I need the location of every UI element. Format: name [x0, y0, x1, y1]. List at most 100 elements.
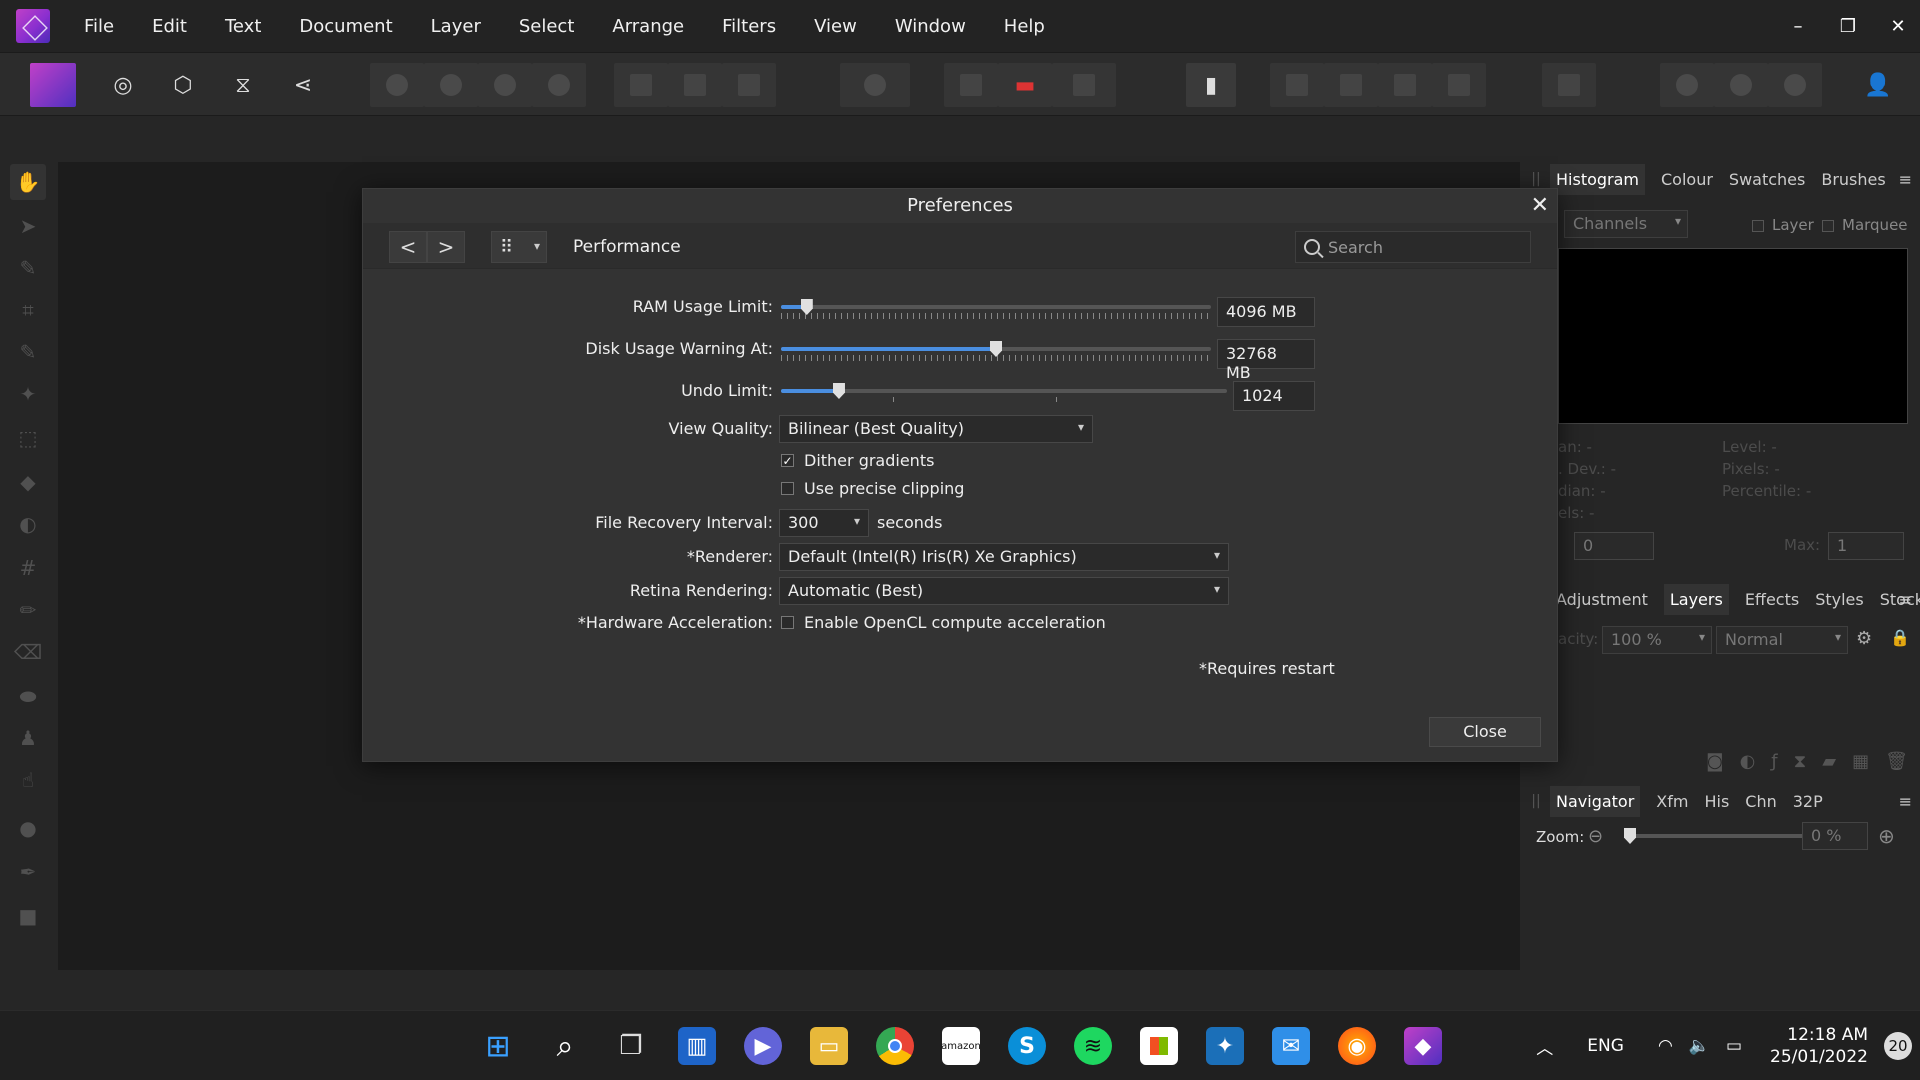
tab-layers[interactable]: Layers	[1663, 583, 1729, 615]
fx-icon[interactable]: ƒ	[1771, 751, 1777, 772]
account-icon[interactable]: 👤	[1856, 63, 1900, 107]
tab-styles[interactable]: Styles	[1815, 590, 1864, 609]
spotify-icon[interactable]: ≋	[1074, 1027, 1112, 1065]
zoom-input[interactable]: 0 %	[1802, 822, 1868, 850]
disk-warning-slider[interactable]	[781, 341, 1211, 361]
firefox-icon[interactable]: ◉	[1338, 1027, 1376, 1065]
search-input[interactable]	[1328, 237, 1518, 257]
gradient-tool-icon[interactable]: ◐	[14, 510, 42, 538]
boolean-icon-1[interactable]	[1660, 63, 1714, 107]
microsoft-store-icon[interactable]	[1140, 1027, 1178, 1065]
tone-mapping-persona-icon[interactable]: ⧖	[220, 63, 266, 107]
pixel-layer-icon[interactable]: ▦	[1852, 751, 1869, 772]
mesh-warp-icon[interactable]: #	[14, 554, 42, 582]
tab-histogram[interactable]: Histogram	[1550, 163, 1645, 195]
colour-swatch-icon[interactable]: ■	[14, 902, 42, 930]
move-tool-icon[interactable]: ➤	[14, 212, 42, 240]
adjustment-layer-icon[interactable]: ◐	[1740, 751, 1756, 772]
close-icon[interactable]: ✕	[1531, 193, 1549, 218]
precise-clipping-checkbox[interactable]	[781, 482, 794, 495]
selection-icon-2[interactable]	[668, 63, 722, 107]
assistant-icon[interactable]: ▮	[1186, 63, 1236, 107]
layer-checkbox[interactable]: Layer	[1752, 216, 1814, 234]
align-icon[interactable]	[1542, 63, 1596, 107]
trash-icon[interactable]: 🗑	[1885, 751, 1908, 772]
clone-brush-icon[interactable]: ♟	[14, 724, 42, 752]
precise-clipping-option[interactable]: Use precise clipping	[781, 479, 964, 498]
chrome-icon[interactable]	[876, 1027, 914, 1065]
task-view-icon[interactable]: ❐	[612, 1027, 650, 1065]
hand-tool-icon[interactable]: ✋	[10, 164, 46, 200]
grip-icon[interactable]: ||	[1522, 171, 1550, 187]
paint-brush-icon[interactable]: ✏	[14, 596, 42, 624]
selection-icon-3[interactable]	[722, 63, 776, 107]
tab-colour[interactable]: Colour	[1661, 170, 1713, 189]
selection-brush-icon[interactable]: ✎	[14, 338, 42, 366]
mail-icon[interactable]: ✉	[1272, 1027, 1310, 1065]
auto-white-balance-icon[interactable]	[532, 63, 586, 107]
minimize-button[interactable]: –	[1786, 16, 1810, 37]
affinity-photo-taskbar-icon[interactable]: ◆	[1404, 1027, 1442, 1065]
tab-transform[interactable]: Xfm	[1656, 792, 1688, 811]
file-recovery-select[interactable]: 300 ▾	[779, 509, 869, 537]
menu-document[interactable]: Document	[299, 16, 392, 37]
blur-brush-icon[interactable]: ●	[14, 814, 42, 842]
menu-edit[interactable]: Edit	[152, 16, 187, 37]
panel-menu-icon[interactable]: ≡	[1899, 590, 1912, 609]
tab-effects[interactable]: Effects	[1745, 590, 1799, 609]
opencl-option[interactable]: Enable OpenCL compute acceleration	[781, 613, 1106, 632]
group-folder-icon[interactable]: ▰	[1822, 751, 1836, 772]
renderer-select[interactable]: Default (Intel(R) Iris(R) Xe Graphics) ▾	[779, 543, 1229, 571]
ram-usage-value[interactable]: 4096 MB	[1217, 297, 1315, 327]
develop-persona-icon[interactable]: ⬡	[160, 63, 206, 107]
channels-select[interactable]: Channels	[1564, 210, 1688, 238]
tab-32p[interactable]: 32P	[1793, 792, 1823, 811]
min-input[interactable]: 0	[1574, 532, 1654, 560]
menu-window[interactable]: Window	[895, 16, 966, 37]
grip-icon[interactable]: ||	[1522, 793, 1550, 809]
language-indicator[interactable]: ENG	[1587, 1036, 1624, 1056]
chevron-up-icon[interactable]: ︿	[1536, 1034, 1553, 1059]
restore-button[interactable]: ❐	[1836, 16, 1860, 37]
forward-button[interactable]: >	[427, 231, 465, 263]
widgets-icon[interactable]: ▥	[678, 1027, 716, 1065]
menu-layer[interactable]: Layer	[431, 16, 481, 37]
boolean-icon-3[interactable]	[1768, 63, 1822, 107]
notification-badge[interactable]: 20	[1884, 1032, 1912, 1060]
battery-icon[interactable]: ▭	[1726, 1036, 1742, 1056]
search-icon[interactable]: ⌕	[546, 1027, 584, 1065]
zoom-in-icon[interactable]: ⊕	[1878, 824, 1895, 848]
selection-icon-1[interactable]	[614, 63, 668, 107]
disk-warning-value[interactable]: 32768 MB	[1217, 339, 1315, 382]
tab-adjustment[interactable]: Adjustment	[1556, 590, 1648, 609]
marquee-checkbox[interactable]: Marquee	[1822, 216, 1908, 234]
teams-chat-icon[interactable]: ▶	[744, 1027, 782, 1065]
search-box[interactable]	[1295, 231, 1531, 263]
menu-text[interactable]: Text	[225, 16, 261, 37]
undo-limit-slider[interactable]	[781, 383, 1227, 403]
affinity-designer-icon[interactable]: ✦	[1206, 1027, 1244, 1065]
dodge-brush-icon[interactable]: ⬬	[14, 682, 42, 710]
menu-arrange[interactable]: Arrange	[612, 16, 684, 37]
tab-navigator[interactable]: Navigator	[1550, 785, 1641, 817]
erase-brush-icon[interactable]: ⌫	[14, 638, 42, 666]
skype-icon[interactable]: S	[1008, 1027, 1046, 1065]
panel-menu-icon[interactable]: ≡	[1899, 170, 1912, 189]
affinity-photo-logo[interactable]	[16, 9, 50, 43]
windows-start-icon[interactable]: ⊞	[479, 1027, 517, 1065]
menu-help[interactable]: Help	[1004, 16, 1045, 37]
photo-persona-button[interactable]	[30, 63, 76, 107]
tab-channels[interactable]: Chn	[1745, 792, 1776, 811]
snapping-grid-icon[interactable]	[944, 63, 998, 107]
gear-icon[interactable]: ⚙	[1856, 628, 1872, 649]
mask-layer-icon[interactable]: ◙	[1706, 751, 1723, 772]
menu-select[interactable]: Select	[519, 16, 575, 37]
arrange-icon-2[interactable]	[1324, 63, 1378, 107]
flood-fill-icon[interactable]: ◆	[14, 468, 42, 496]
opencl-checkbox[interactable]	[781, 616, 794, 629]
opacity-select[interactable]: 100 %	[1602, 626, 1712, 654]
arrange-icon-3[interactable]	[1378, 63, 1432, 107]
tab-brushes[interactable]: Brushes	[1821, 170, 1885, 189]
view-quality-select[interactable]: Bilinear (Best Quality) ▾	[779, 415, 1093, 443]
back-button[interactable]: <	[389, 231, 427, 263]
